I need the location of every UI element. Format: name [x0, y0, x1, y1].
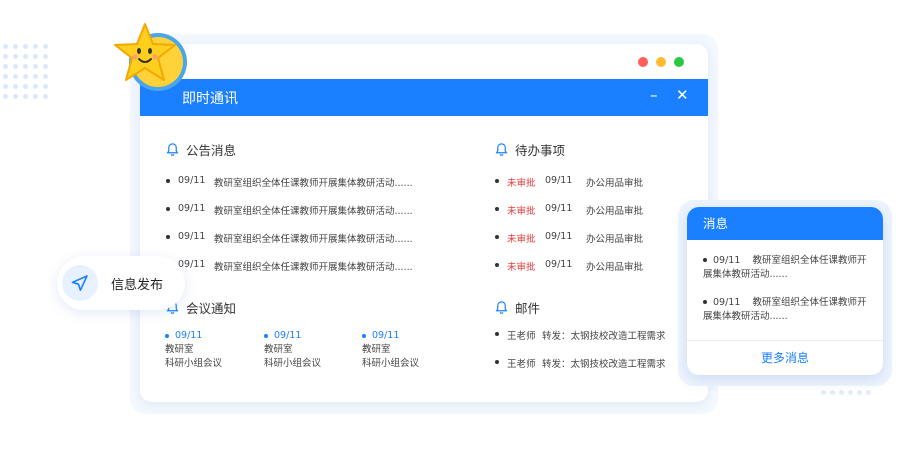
todo-status: 未审批 [507, 234, 536, 245]
window-traffic-lights [638, 57, 684, 67]
send-icon [71, 275, 88, 291]
bell-icon [495, 301, 508, 314]
todo-heading: 待办事项 [515, 143, 566, 158]
notices-header: 公告消息 [165, 140, 236, 159]
notice-text: 教研室组织全体任课教师开展集体教研活动...... [214, 262, 413, 273]
notice-item[interactable]: 09/11 教研室组织全体任课教师开展集体教研活动...... [166, 231, 413, 245]
bell-icon [166, 143, 179, 156]
meeting-org: 教研室 [362, 344, 391, 355]
minimize-dot-icon[interactable] [656, 57, 666, 67]
mail-heading: 邮件 [515, 301, 541, 316]
message-panel: 消息 09/11 教研室组织全体任课教师开展集体教研活动...... 09/11… [687, 207, 883, 375]
title-bar: 即时通讯 – ✕ [140, 79, 708, 116]
im-window: 即时通讯 – ✕ 公告消息 09/11 教研室组织全体任课教师开展集体教研活动..… [140, 44, 708, 402]
mail-text: 转发：太钢技校改造工程需求 [542, 359, 666, 370]
message-item[interactable]: 09/11 教研室组织全体任课教师开展集体教研活动...... [703, 296, 871, 324]
meeting-org: 教研室 [165, 344, 194, 355]
notice-item[interactable]: 09/11 教研室组织全体任课教师开展集体教研活动...... [166, 203, 413, 217]
meeting-card[interactable]: 09/11 教研室 科研小组会议 [362, 329, 419, 371]
notice-date: 09/11 [178, 203, 206, 214]
close-dot-icon[interactable] [638, 57, 648, 67]
todo-item[interactable]: 未审批 09/11 办公用品审批 [495, 231, 643, 245]
notices-heading: 公告消息 [186, 143, 237, 158]
todo-text: 办公用品审批 [586, 178, 644, 189]
meeting-card[interactable]: 09/11 教研室 科研小组会议 [165, 329, 222, 371]
todo-item[interactable]: 未审批 09/11 办公用品审批 [495, 259, 643, 273]
notice-date: 09/11 [178, 231, 206, 242]
meeting-title: 科研小组会议 [165, 358, 223, 369]
todo-item[interactable]: 未审批 09/11 办公用品审批 [495, 203, 643, 217]
notice-text: 教研室组织全体任课教师开展集体教研活动...... [214, 178, 413, 189]
todo-date: 09/11 [545, 203, 573, 214]
meeting-date: 09/11 [175, 330, 203, 341]
maximize-dot-icon[interactable] [674, 57, 684, 67]
message-panel-title: 消息 [687, 207, 883, 240]
notice-text: 教研室组织全体任课教师开展集体教研活动...... [214, 234, 413, 245]
mail-item[interactable]: 王老师 转发：太钢技校改造工程需求 [495, 328, 666, 342]
todo-status: 未审批 [507, 206, 536, 217]
todo-date: 09/11 [545, 259, 573, 270]
meeting-date: 09/11 [372, 330, 400, 341]
publish-label: 信息发布 [111, 277, 164, 293]
publish-button[interactable]: 信息发布 [57, 256, 185, 310]
mail-from: 王老师 [507, 331, 536, 342]
message-date: 09/11 [713, 255, 741, 266]
send-icon-badge [62, 265, 98, 301]
meeting-card[interactable]: 09/11 教研室 科研小组会议 [264, 329, 321, 371]
meeting-title: 科研小组会议 [264, 358, 322, 369]
mail-from: 王老师 [507, 359, 536, 370]
meeting-org: 教研室 [264, 344, 293, 355]
notice-date: 09/11 [178, 175, 206, 186]
mail-item[interactable]: 王老师 转发：太钢技校改造工程需求 [495, 356, 666, 370]
message-item[interactable]: 09/11 教研室组织全体任课教师开展集体教研活动...... [703, 254, 871, 282]
meetings-heading: 会议通知 [186, 301, 237, 316]
meeting-title: 科研小组会议 [362, 358, 420, 369]
notice-date: 09/11 [178, 259, 206, 270]
todo-status: 未审批 [507, 178, 536, 189]
notice-item[interactable]: 09/11 教研室组织全体任课教师开展集体教研活动...... [166, 175, 413, 189]
todo-text: 办公用品审批 [586, 234, 644, 245]
mail-text: 转发：太钢技校改造工程需求 [542, 331, 666, 342]
more-messages-button[interactable]: 更多消息 [687, 340, 883, 375]
message-date: 09/11 [713, 297, 741, 308]
todo-date: 09/11 [545, 231, 573, 242]
todo-header: 待办事项 [494, 140, 565, 159]
todo-item[interactable]: 未审批 09/11 办公用品审批 [495, 175, 643, 189]
star-mascot-icon [114, 23, 187, 91]
todo-text: 办公用品审批 [586, 206, 644, 217]
mail-header: 邮件 [494, 298, 540, 317]
minimize-button[interactable]: – [650, 86, 658, 104]
todo-status: 未审批 [507, 262, 536, 273]
todo-date: 09/11 [545, 175, 573, 186]
todo-text: 办公用品审批 [586, 262, 644, 273]
close-button[interactable]: ✕ [676, 86, 689, 104]
notice-item[interactable]: 09/11 教研室组织全体任课教师开展集体教研活动...... [166, 259, 413, 273]
meeting-date: 09/11 [274, 330, 302, 341]
bell-icon [495, 143, 508, 156]
notice-text: 教研室组织全体任课教师开展集体教研活动...... [214, 206, 413, 217]
decorative-dots [3, 44, 48, 99]
